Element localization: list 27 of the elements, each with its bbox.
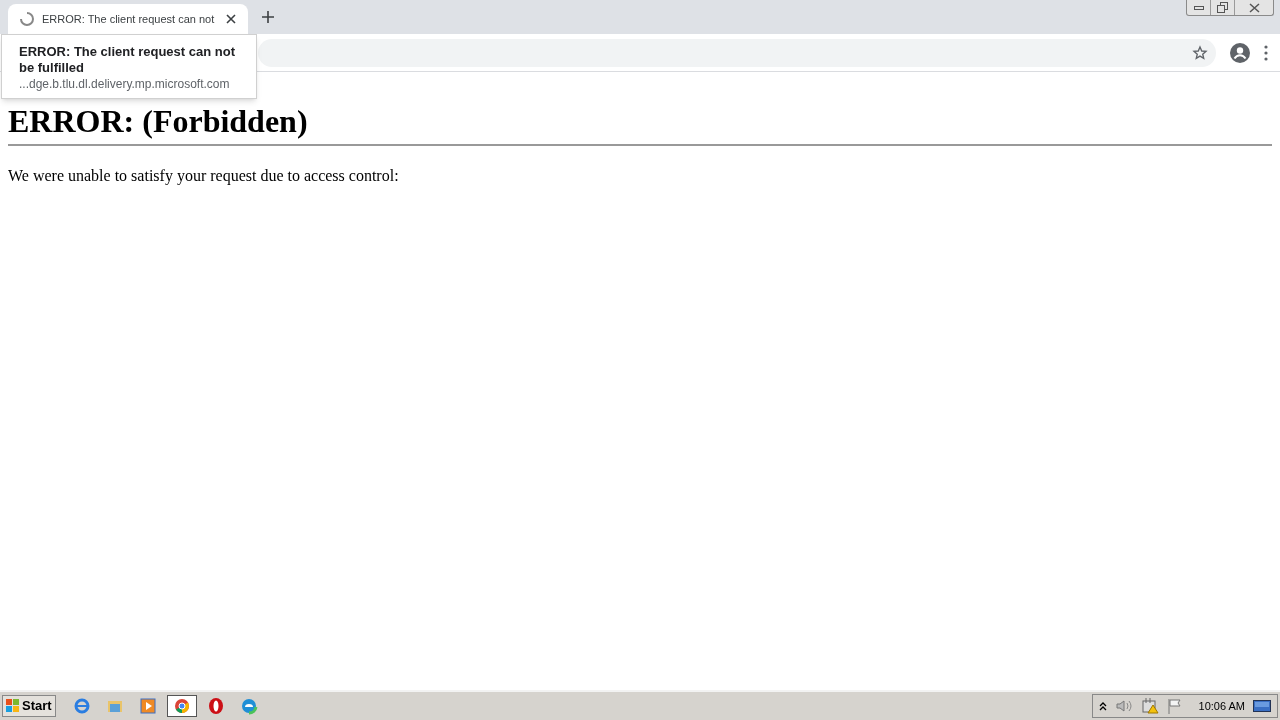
star-icon[interactable] xyxy=(1192,44,1208,61)
edge-icon xyxy=(239,697,258,715)
browser-tab[interactable]: ERROR: The client request can not xyxy=(8,4,248,34)
windows-logo-icon xyxy=(6,699,20,713)
chevron-up-icon[interactable] xyxy=(1098,701,1107,711)
menu-icon[interactable] xyxy=(1264,44,1268,61)
close-icon[interactable] xyxy=(226,14,236,24)
network-warning-icon[interactable] xyxy=(1140,698,1159,714)
start-button[interactable]: Start xyxy=(2,695,56,717)
profile-icon[interactable] xyxy=(1230,42,1250,63)
tab-title: ERROR: The client request can not xyxy=(42,11,216,27)
minimize-icon xyxy=(1193,5,1204,10)
plus-icon xyxy=(261,10,275,24)
close-icon xyxy=(1248,2,1260,13)
opera-icon xyxy=(206,697,225,715)
page-heading: ERROR: (Forbidden) xyxy=(8,104,308,138)
clock[interactable]: 10:06 AM xyxy=(1198,697,1245,715)
flag-icon[interactable] xyxy=(1166,698,1183,714)
internet-explorer-icon xyxy=(72,697,91,715)
media-player-icon xyxy=(138,697,157,715)
error-message: We were unable to satisfy your request due to access control: xyxy=(8,166,399,187)
loading-spinner-icon xyxy=(20,12,34,26)
tooltip-title: ERROR: The client request can not be fulfilled xyxy=(19,44,236,76)
show-desktop-icon[interactable] xyxy=(1253,699,1271,713)
chrome-icon xyxy=(172,697,191,715)
taskbar-app-button[interactable] xyxy=(166,695,197,717)
tooltip-url: ...dge.b.tlu.dl.delivery.mp.microsoft.com xyxy=(19,76,231,92)
